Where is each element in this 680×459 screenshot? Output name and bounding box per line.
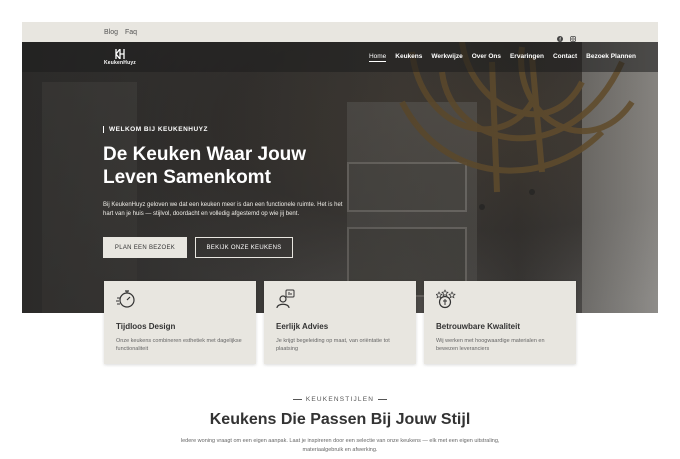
stopwatch-icon bbox=[116, 290, 135, 308]
instagram-icon[interactable] bbox=[570, 29, 576, 42]
top-utility-bar: Blog Faq bbox=[22, 22, 658, 42]
feature-title: Eerlijk Advies bbox=[276, 322, 329, 331]
hero-eyebrow: WELKOM BIJ KEUKENHUYZ bbox=[103, 126, 208, 133]
section-description: Iedere woning vraagt om een eigen aanpak… bbox=[180, 438, 500, 453]
main-navigation: KeukenHuyz Home Keukens Werkwijze Over O… bbox=[22, 42, 658, 72]
page: Blog Faq KeukenHuyz Home Keukens Werkwij… bbox=[0, 0, 680, 459]
feature-title: Betrouwbare Kwaliteit bbox=[436, 322, 521, 331]
nav-item-over-ons[interactable]: Over Ons bbox=[472, 53, 501, 62]
kicker-text: KEUKENSTIJLEN bbox=[305, 396, 375, 403]
utility-links: Blog Faq bbox=[104, 29, 137, 36]
section-kicker: KEUKENSTIJLEN bbox=[0, 396, 680, 403]
hero-headline: De Keuken Waar Jouw Leven Samenkomt bbox=[103, 144, 307, 188]
plan-visit-button[interactable]: PLAN EEN BEZOEK bbox=[103, 237, 187, 258]
feature-card-quality: Betrouwbare Kwaliteit Wij werken met hoo… bbox=[424, 281, 576, 364]
social-links bbox=[557, 29, 576, 42]
nav-item-contact[interactable]: Contact bbox=[553, 53, 577, 62]
nav-menu: Home Keukens Werkwijze Over Ons Ervaring… bbox=[368, 53, 636, 62]
section-title: Keukens Die Passen Bij Jouw Stijl bbox=[209, 411, 471, 428]
view-kitchens-button[interactable]: BEKIJK ONZE KEUKENS bbox=[195, 237, 293, 258]
feature-text: Wij werken met hoogwaardige materialen e… bbox=[436, 338, 545, 352]
nav-item-ervaringen[interactable]: Ervaringen bbox=[510, 53, 544, 62]
logo-mark-icon bbox=[115, 48, 125, 59]
feature-card-advice: Eerlijk Advies Je krijgt begeleiding op … bbox=[264, 281, 416, 364]
feature-text: Je krijgt begeleiding op maat, van oriën… bbox=[276, 338, 390, 352]
advisor-icon bbox=[276, 289, 295, 309]
logo-text: KeukenHuyz bbox=[104, 59, 137, 66]
blog-link[interactable]: Blog bbox=[104, 29, 118, 36]
feature-text: Onze keukens combineren esthetiek met da… bbox=[116, 338, 242, 352]
faq-link[interactable]: Faq bbox=[125, 29, 137, 36]
kicker-dash-left bbox=[292, 398, 302, 400]
nav-item-bezoek-plannen[interactable]: Bezoek Plannen bbox=[586, 53, 636, 62]
kicker-dash-right bbox=[378, 398, 388, 400]
nav-item-keukens[interactable]: Keukens bbox=[395, 53, 422, 62]
hero-intro: Bij KeukenHuyz geloven we dat een keuken… bbox=[103, 202, 343, 217]
nav-item-werkwijze[interactable]: Werkwijze bbox=[431, 53, 462, 62]
keukenhuyz-logo[interactable]: KeukenHuyz bbox=[104, 48, 137, 66]
facebook-icon[interactable] bbox=[557, 29, 563, 42]
nav-item-home[interactable]: Home bbox=[368, 53, 387, 62]
feature-title: Tijdloos Design bbox=[116, 322, 176, 331]
feature-card-design: Tijdloos Design Onze keukens combineren … bbox=[104, 281, 256, 364]
quality-medal-icon bbox=[435, 289, 456, 309]
